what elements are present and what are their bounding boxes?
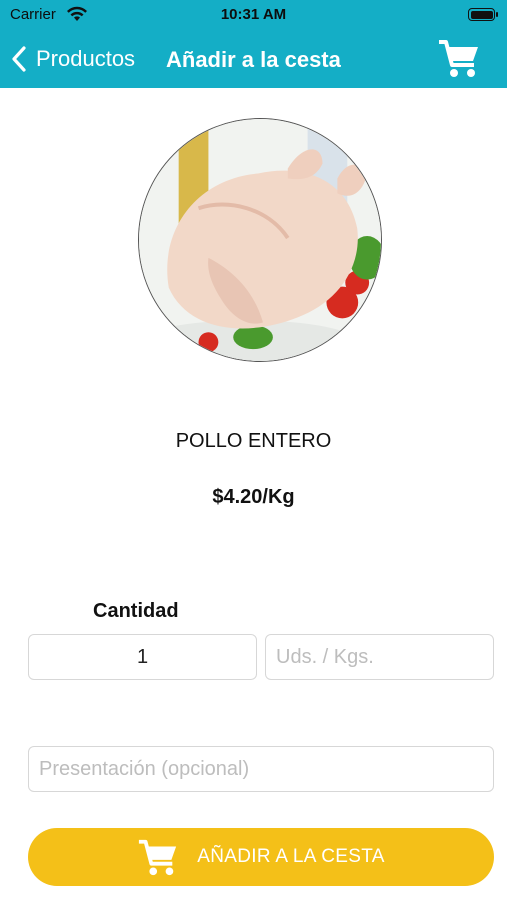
status-bar: Carrier 10:31 AM (0, 0, 507, 30)
cart-icon (139, 839, 177, 876)
product-image (138, 118, 382, 362)
quantity-input[interactable] (28, 634, 257, 680)
clock: 10:31 AM (220, 6, 287, 23)
page-title: Añadir a la cesta (166, 47, 341, 72)
unit-input[interactable] (265, 634, 494, 680)
add-to-cart-button[interactable]: AÑADIR A LA CESTA (28, 828, 494, 886)
product-name: POLLO ENTERO (175, 430, 332, 452)
quantity-label: Cantidad (93, 600, 179, 622)
header-bar: Carrier 10:31 AM Productos Añadir a la c… (0, 0, 507, 88)
product-price: $4.20/Kg (212, 486, 295, 508)
back-chevron-icon (12, 46, 26, 72)
presentation-input[interactable] (28, 746, 494, 792)
battery-icon (468, 8, 498, 21)
back-button-label: Productos (36, 46, 136, 71)
back-button[interactable]: Productos (10, 42, 135, 76)
add-to-cart-label: AÑADIR A LA CESTA (197, 846, 385, 867)
navigation-bar: Productos Añadir a la cesta (0, 30, 507, 88)
cart-icon[interactable] (437, 36, 481, 80)
